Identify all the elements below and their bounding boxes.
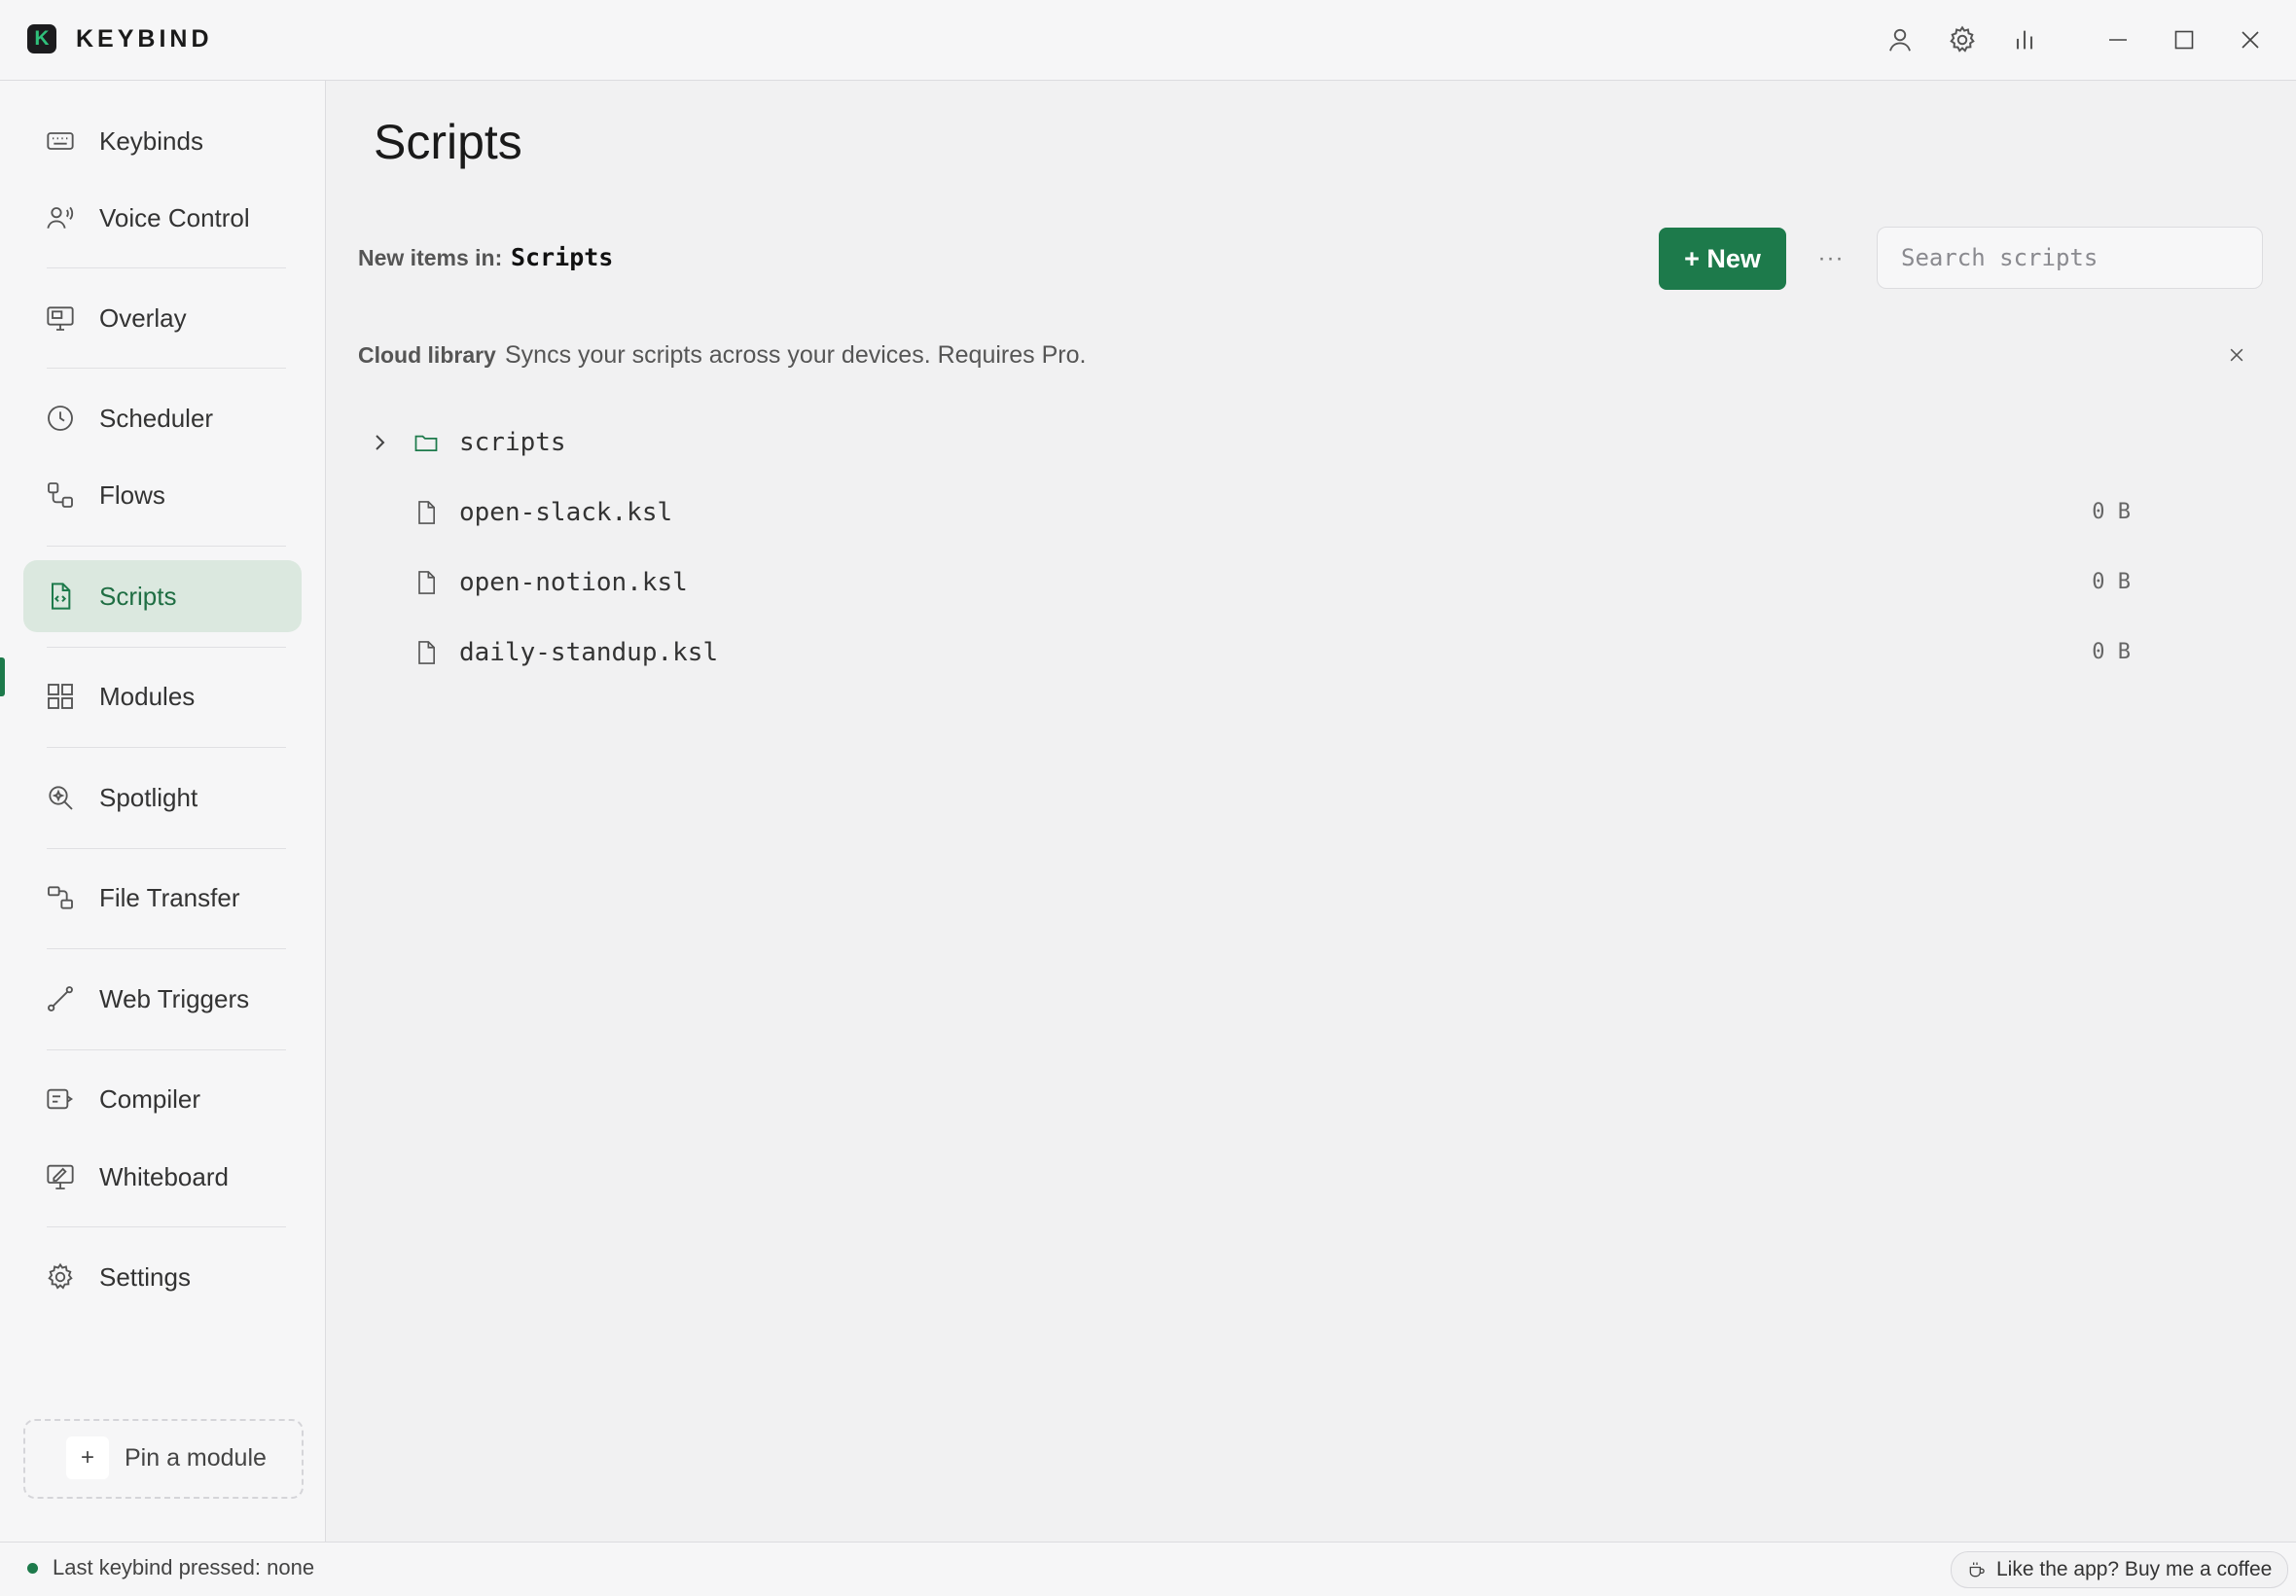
- file-size: 0 B: [2092, 570, 2131, 594]
- search-input[interactable]: [1877, 227, 2263, 289]
- tree-item-name: open-slack.ksl: [459, 498, 673, 527]
- tree-item-name: scripts: [459, 428, 566, 457]
- spotlight-icon: [49, 786, 73, 810]
- keyboard-icon: [47, 132, 74, 150]
- tree-item-name: daily-standup.ksl: [459, 638, 719, 667]
- grid-icon: [48, 684, 73, 709]
- stats-icon[interactable]: [2006, 21, 2043, 58]
- sidebar-item-label: Whiteboard: [99, 1162, 229, 1191]
- sidebar-divider: [47, 267, 286, 268]
- sidebar-item-label: Voice Control: [99, 203, 250, 232]
- file-icon: [418, 501, 435, 524]
- sidebar-divider: [47, 848, 286, 849]
- sidebar-divider: [47, 1226, 286, 1227]
- sidebar-item-label: Settings: [99, 1262, 191, 1292]
- sidebar-item-label: Web Triggers: [99, 984, 250, 1013]
- file-size: 0 B: [2092, 640, 2131, 664]
- script-file-icon: [52, 583, 71, 610]
- compiler-icon: [47, 1088, 74, 1110]
- sidebar-item-whiteboard[interactable]: Whiteboard: [23, 1141, 302, 1213]
- tree-item-name: open-notion.ksl: [459, 568, 688, 597]
- location-value[interactable]: Scripts: [511, 243, 613, 271]
- sidebar-divider: [47, 647, 286, 648]
- sidebar-item-flows[interactable]: Flows: [23, 459, 302, 531]
- close-icon[interactable]: [2232, 21, 2269, 58]
- sidebar-item-web-triggers[interactable]: Web Triggers: [23, 963, 302, 1035]
- sidebar-item-scheduler[interactable]: Scheduler: [23, 382, 302, 454]
- sidebar-item-label: Keybinds: [99, 126, 203, 156]
- close-icon[interactable]: [2220, 338, 2253, 372]
- sidebar-item-compiler[interactable]: Compiler: [23, 1063, 302, 1135]
- sidebar-divider: [47, 747, 286, 748]
- whiteboard-icon: [47, 1164, 74, 1189]
- sidebar-item-voice-control[interactable]: Voice Control: [23, 182, 302, 254]
- monitor-icon: [47, 306, 74, 331]
- file-icon: [418, 571, 435, 594]
- sidebar-divider: [47, 948, 286, 949]
- sidebar-item-label: File Transfer: [99, 883, 240, 912]
- sidebar: Keybinds Voice Control Overlay Scheduler…: [0, 81, 326, 1542]
- last-keybind-status: Last keybind pressed: none: [53, 1555, 315, 1579]
- sidebar-divider: [47, 1049, 286, 1050]
- sidebar-item-label: Spotlight: [99, 783, 198, 812]
- tree-file-row[interactable]: open-slack.ksl 0 B: [360, 483, 2131, 542]
- buy-coffee-button[interactable]: Like the app? Buy me a coffee: [1951, 1551, 2289, 1588]
- pin-module-label: Pin a module: [125, 1444, 267, 1472]
- sidebar-divider: [47, 546, 286, 547]
- more-options-icon[interactable]: ···: [1812, 239, 1850, 278]
- plus-icon: +: [66, 1436, 109, 1479]
- app-logo: K: [27, 24, 56, 53]
- coffee-icon: [1969, 1562, 1985, 1578]
- pin-module-button[interactable]: + Pin a module: [23, 1419, 304, 1499]
- folder-icon: [414, 435, 438, 452]
- web-trigger-icon: [48, 986, 73, 1011]
- sidebar-item-label: Flows: [99, 480, 165, 510]
- sidebar-divider: [47, 368, 286, 369]
- user-icon[interactable]: [1882, 21, 1919, 58]
- buy-coffee-label: Like the app? Buy me a coffee: [1996, 1558, 2273, 1580]
- maximize-icon[interactable]: [2166, 21, 2203, 58]
- status-bar: Last keybind pressed: none Like the app?…: [0, 1542, 2296, 1596]
- app-name: KEYBIND: [76, 24, 213, 53]
- sidebar-item-label: Overlay: [99, 303, 187, 333]
- sidebar-item-overlay[interactable]: Overlay: [23, 282, 302, 354]
- sidebar-item-spotlight[interactable]: Spotlight: [23, 762, 302, 833]
- minimize-icon[interactable]: [2099, 21, 2136, 58]
- cloud-library-title: Cloud library: [358, 342, 496, 368]
- new-button[interactable]: + New: [1659, 228, 1786, 290]
- flows-icon: [48, 482, 73, 508]
- sidebar-item-settings[interactable]: Settings: [23, 1241, 302, 1313]
- app-brand: K KEYBIND: [27, 24, 213, 53]
- page-title: Scripts: [374, 115, 522, 169]
- cloud-library-description: Syncs your scripts across your devices. …: [505, 341, 1087, 369]
- active-indicator: [0, 657, 5, 696]
- title-bar: K KEYBIND: [0, 0, 2296, 81]
- gear-icon[interactable]: [1944, 21, 1981, 58]
- file-transfer-icon: [48, 886, 73, 909]
- sidebar-item-label: Modules: [99, 682, 196, 711]
- tree-file-row[interactable]: open-notion.ksl 0 B: [360, 553, 2131, 612]
- chevron-right-icon[interactable]: [368, 431, 391, 454]
- sidebar-item-label: Compiler: [99, 1084, 201, 1114]
- sidebar-item-label: Scheduler: [99, 404, 214, 433]
- sidebar-item-label: Scripts: [99, 582, 177, 611]
- tree-file-row[interactable]: daily-standup.ksl 0 B: [360, 623, 2131, 682]
- voice-icon: [47, 206, 74, 229]
- file-icon: [418, 641, 435, 664]
- tree-folder-row[interactable]: scripts: [360, 413, 2131, 472]
- status-indicator: [27, 1563, 38, 1574]
- sidebar-item-keybinds[interactable]: Keybinds: [23, 105, 302, 177]
- location-label: New items in:: [358, 245, 503, 270]
- sidebar-item-scripts[interactable]: Scripts: [23, 560, 302, 632]
- file-size: 0 B: [2092, 500, 2131, 524]
- sidebar-item-modules[interactable]: Modules: [23, 660, 302, 732]
- gear-icon: [48, 1262, 73, 1290]
- sidebar-item-file-transfer[interactable]: File Transfer: [23, 862, 302, 934]
- clock-icon: [48, 406, 73, 431]
